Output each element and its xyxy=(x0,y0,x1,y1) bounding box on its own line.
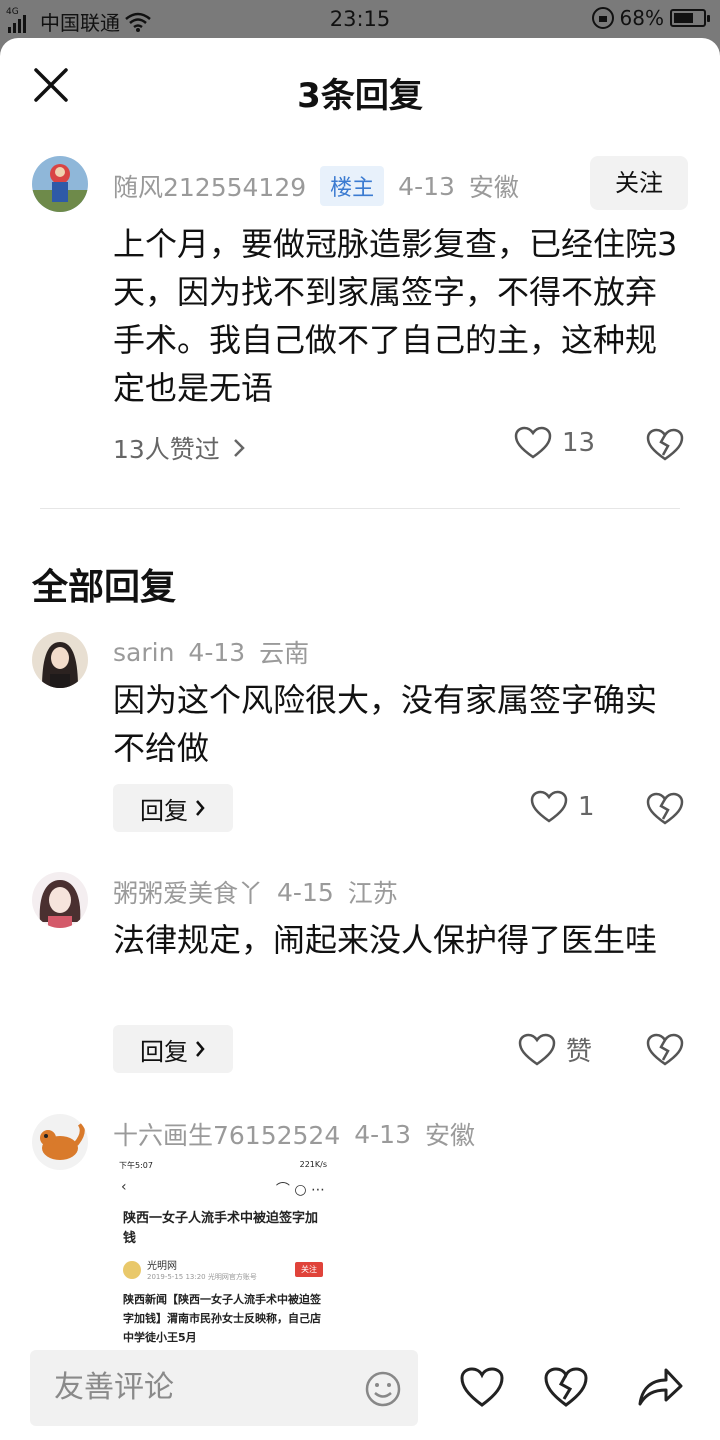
embedded-title: 陕西一女子人流手术中被迫签字加钱 xyxy=(123,1211,319,1246)
reply-button[interactable]: 回复 xyxy=(113,1025,233,1073)
reply-meta: 粥粥爱美食丫 4-15 江苏 xyxy=(113,874,398,910)
comment-date: 4-13 xyxy=(398,171,455,201)
chevron-right-icon xyxy=(196,1041,205,1057)
broken-heart-icon[interactable] xyxy=(646,792,684,826)
bottom-bar: 友善评论 xyxy=(0,1350,720,1440)
follow-button[interactable]: 关注 xyxy=(590,156,688,210)
embedded-source: 光明网 2019-5-15 13:20 光明网官方账号 关注 xyxy=(113,1255,333,1284)
embedded-source-sub: 2019-5-15 13:20 光明网官方账号 xyxy=(147,1273,257,1281)
avatar-image xyxy=(32,156,88,212)
broken-heart-icon[interactable] xyxy=(543,1366,589,1408)
heart-icon xyxy=(514,426,552,459)
avatar-image xyxy=(32,632,88,688)
avatar[interactable] xyxy=(32,156,88,212)
host-badge: 楼主 xyxy=(320,166,385,206)
avatar[interactable] xyxy=(32,872,88,928)
avatar-image xyxy=(32,872,88,928)
main-comment-meta: 随风212554129 楼主 4-13 安徽 xyxy=(113,166,519,206)
reply-location: 云南 xyxy=(259,639,310,668)
like-button[interactable]: 赞 xyxy=(518,1031,592,1068)
avatar-image xyxy=(32,1114,88,1170)
like-label: 赞 xyxy=(566,1037,593,1067)
like-count: 13 xyxy=(562,428,596,458)
battery-percent: 68% xyxy=(619,6,664,30)
reply-date: 4-13 xyxy=(188,637,246,667)
status-bar: 4G 中国联通 23:15 68% xyxy=(0,0,720,38)
reply-meta: sarin 4-13 云南 xyxy=(113,634,309,670)
username[interactable]: sarin xyxy=(113,638,174,667)
embedded-follow: 关注 xyxy=(295,1262,323,1277)
status-right: 68% xyxy=(591,6,710,30)
broken-heart-icon[interactable] xyxy=(646,1033,684,1067)
main-comment-text: 上个月，要做冠脉造影复查，已经住院3天，因为找不到家属签字，不得不放弃手术。我自… xyxy=(113,225,678,407)
comment-input[interactable]: 友善评论 xyxy=(30,1350,418,1426)
embedded-source-name: 光明网 xyxy=(147,1261,177,1272)
avatar[interactable] xyxy=(32,632,88,688)
username[interactable]: 十六画生76152524 xyxy=(113,1116,340,1152)
page-title: 3条回复 xyxy=(297,76,423,116)
embedded-nav: ‹ ⌒ ○ ⋯ xyxy=(113,1175,333,1203)
reply-meta: 十六画生76152524 4-13 安徽 xyxy=(113,1116,475,1152)
source-logo-icon xyxy=(123,1260,141,1279)
like-button[interactable]: 1 xyxy=(530,790,595,824)
liked-by-link[interactable]: 13人赞过 xyxy=(113,430,246,466)
username[interactable]: 粥粥爱美食丫 xyxy=(113,874,263,910)
share-icon[interactable] xyxy=(636,1366,684,1408)
reply-date: 4-15 xyxy=(277,877,334,907)
battery-icon xyxy=(670,9,710,27)
embedded-body: 陕西新闻【陕西一女子人流手术中被迫签字加钱】渭南市民孙女士反映称，自己店中学徒小… xyxy=(123,1293,321,1344)
like-count: 1 xyxy=(578,792,595,822)
heart-icon xyxy=(518,1033,556,1066)
emoji-icon[interactable] xyxy=(364,1370,402,1408)
comment-location: 安徽 xyxy=(468,173,519,202)
liked-by-text: 13人赞过 xyxy=(113,435,220,464)
embedded-status-bar: 下午5:07 221K/s xyxy=(113,1156,333,1175)
sheet-header: 3条回复 xyxy=(0,38,720,138)
rotation-lock-icon xyxy=(591,7,614,29)
divider xyxy=(40,508,680,509)
section-title: 全部回复 xyxy=(32,567,177,608)
reply-location: 安徽 xyxy=(425,1121,476,1150)
reply-text: 因为这个风险很大，没有家属签字确实不给做 xyxy=(113,681,658,767)
chevron-right-icon xyxy=(233,439,245,457)
like-button[interactable]: 13 xyxy=(514,426,595,460)
reply-location: 江苏 xyxy=(347,879,398,908)
reply-button-label: 回复 xyxy=(140,1037,188,1066)
embedded-speed: 221K/s xyxy=(299,1160,327,1169)
heart-icon[interactable] xyxy=(459,1366,505,1408)
username[interactable]: 随风212554129 xyxy=(113,168,306,204)
avatar[interactable] xyxy=(32,1114,88,1170)
embedded-time: 下午5:07 xyxy=(119,1161,153,1170)
broken-heart-icon[interactable] xyxy=(646,428,684,462)
embedded-actions-icon: ⌒ ○ ⋯ xyxy=(275,1182,325,1198)
reply-button[interactable]: 回复 xyxy=(113,784,233,832)
reply-text: 法律规定，闹起来没人保护得了医生哇 xyxy=(113,921,658,959)
back-icon: ‹ xyxy=(121,1179,127,1195)
reply-sheet: 3条回复 随风212554129 楼主 4-13 安徽 关注 上个月，要做冠脉造… xyxy=(0,38,720,1440)
reply-date: 4-13 xyxy=(354,1119,411,1149)
reply-button-label: 回复 xyxy=(140,796,188,825)
heart-icon xyxy=(530,790,568,823)
chevron-right-icon xyxy=(196,800,205,816)
